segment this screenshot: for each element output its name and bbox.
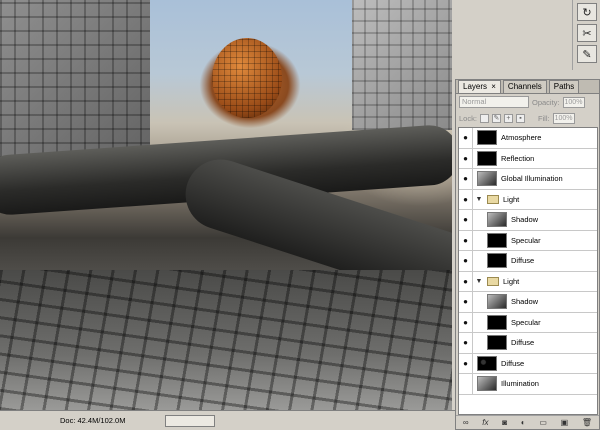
trash-icon[interactable]: 🗑: [582, 418, 592, 427]
eye-icon[interactable]: ●: [459, 374, 473, 394]
layer-thumbnail: [477, 130, 497, 146]
layer-row[interactable]: ● Specular: [459, 312, 597, 333]
lock-transparent-icon[interactable]: [479, 113, 489, 123]
panel-bottom-bar: ∞ fx ◙ ◐ ▭ ▣ 🗑: [456, 415, 599, 429]
layer-name: Specular: [511, 317, 541, 327]
eye-icon[interactable]: ●: [459, 210, 473, 230]
eye-icon[interactable]: ●: [459, 230, 473, 250]
horizontal-scrollbar[interactable]: [165, 414, 216, 427]
link-icon[interactable]: ∞: [463, 418, 469, 427]
document-canvas[interactable]: [0, 0, 452, 410]
cube-sphere: [212, 38, 282, 118]
eye-icon[interactable]: ●: [459, 292, 473, 312]
layer-name: Specular: [511, 235, 541, 245]
layer-thumbnail: [487, 212, 507, 228]
history-icon[interactable]: ↻: [577, 3, 597, 21]
adjustment-icon[interactable]: ◐: [521, 418, 526, 427]
tool-strip: ↻ ✂ ✎: [572, 0, 600, 70]
eye-icon[interactable]: ●: [459, 333, 473, 353]
new-layer-icon[interactable]: ▣: [561, 418, 569, 427]
eye-icon[interactable]: ●: [459, 251, 473, 271]
layer-name: Shadow: [511, 297, 539, 307]
tab-layers-label: Layers: [463, 82, 488, 91]
layer-thumbnail: [477, 150, 497, 166]
layer-name: Reflection: [501, 153, 535, 163]
layer-group-row[interactable]: ● ▼ Light: [459, 271, 597, 292]
layer-row[interactable]: ● Atmosphere: [459, 128, 597, 149]
tab-paths[interactable]: Paths: [548, 80, 580, 93]
fill-field[interactable]: 100%: [552, 112, 575, 124]
layer-group-row[interactable]: ● ▼ Light: [459, 189, 597, 210]
opacity-field[interactable]: 100%: [562, 96, 585, 108]
expand-triangle-icon[interactable]: ▼: [475, 196, 483, 203]
tab-channels[interactable]: Channels: [502, 80, 547, 93]
eye-icon[interactable]: ●: [459, 148, 473, 168]
layer-thumbnail: [487, 253, 507, 269]
layer-name: Shadow: [511, 215, 539, 225]
fill-label: Fill:: [537, 113, 550, 123]
layer-thumbnail: [487, 232, 507, 248]
fx-icon[interactable]: fx: [482, 418, 488, 427]
layers-list: ● Atmosphere ● Reflection ● Global Illum…: [458, 127, 598, 415]
lock-all-icon[interactable]: ▪: [515, 113, 525, 123]
layer-row[interactable]: ● Diffuse: [459, 251, 597, 272]
layer-name: Global Illumination: [501, 174, 563, 184]
cube-wall-right: [352, 0, 452, 130]
lock-row: Lock: ✎ + ▪ Fill: 100%: [456, 110, 599, 126]
layer-thumbnail: [477, 355, 497, 371]
layer-thumbnail: [487, 294, 507, 310]
layer-row[interactable]: ● Shadow: [459, 210, 597, 231]
layer-thumbnail: [477, 376, 497, 392]
folder-icon: [487, 194, 499, 204]
layer-row[interactable]: ● Reflection: [459, 148, 597, 169]
layer-thumbnail: [487, 314, 507, 330]
layer-name: Diffuse: [511, 256, 535, 266]
cube-floor: [0, 270, 452, 410]
close-icon[interactable]: ×: [491, 82, 496, 91]
tab-channels-label: Channels: [507, 82, 542, 91]
group-name: Light: [503, 276, 520, 286]
layer-name: Illumination: [501, 379, 539, 389]
lock-move-icon[interactable]: +: [503, 113, 513, 123]
layer-name: Atmosphere: [501, 133, 542, 143]
tab-layers[interactable]: Layers ×: [458, 80, 501, 93]
eye-icon[interactable]: ●: [459, 353, 473, 373]
layer-row[interactable]: ● Specular: [459, 230, 597, 251]
panel-tabs: Layers × Channels Paths: [456, 80, 599, 94]
tab-paths-label: Paths: [553, 82, 575, 91]
status-bar: Doc: 42.4M/102.0M: [0, 410, 455, 430]
layer-name: Diffuse: [511, 338, 535, 348]
layer-row[interactable]: ● Diffuse: [459, 353, 597, 374]
layer-row[interactable]: ● Global Illumination: [459, 169, 597, 190]
tools-icon[interactable]: ✂: [577, 24, 597, 42]
eye-icon[interactable]: ●: [459, 271, 473, 291]
mask-icon[interactable]: ◙: [502, 418, 507, 427]
group-icon[interactable]: ▭: [539, 418, 547, 427]
blend-row: Normal Opacity: 100%: [456, 94, 599, 110]
opacity-label: Opacity:: [532, 97, 560, 107]
layer-name: Diffuse: [501, 358, 525, 368]
eye-icon[interactable]: ●: [459, 189, 473, 209]
layers-panel: Layers × Channels Paths Normal Opacity: …: [455, 79, 600, 430]
layer-row[interactable]: ● Shadow: [459, 292, 597, 313]
lock-label: Lock:: [459, 113, 477, 123]
eye-icon[interactable]: ●: [459, 312, 473, 332]
folder-icon: [487, 276, 499, 286]
layer-row[interactable]: ● Illumination: [459, 374, 597, 395]
expand-triangle-icon[interactable]: ▼: [475, 278, 483, 285]
layer-thumbnail: [477, 171, 497, 187]
group-name: Light: [503, 194, 520, 204]
blend-mode-select[interactable]: Normal: [459, 96, 529, 108]
eye-icon[interactable]: ●: [459, 128, 473, 148]
layer-thumbnail: [487, 335, 507, 351]
eye-icon[interactable]: ●: [459, 169, 473, 189]
layer-row[interactable]: ● Diffuse: [459, 333, 597, 354]
brush-icon[interactable]: ✎: [577, 45, 597, 63]
lock-brush-icon[interactable]: ✎: [491, 113, 501, 123]
doc-size-readout[interactable]: Doc: 42.4M/102.0M: [60, 416, 125, 425]
